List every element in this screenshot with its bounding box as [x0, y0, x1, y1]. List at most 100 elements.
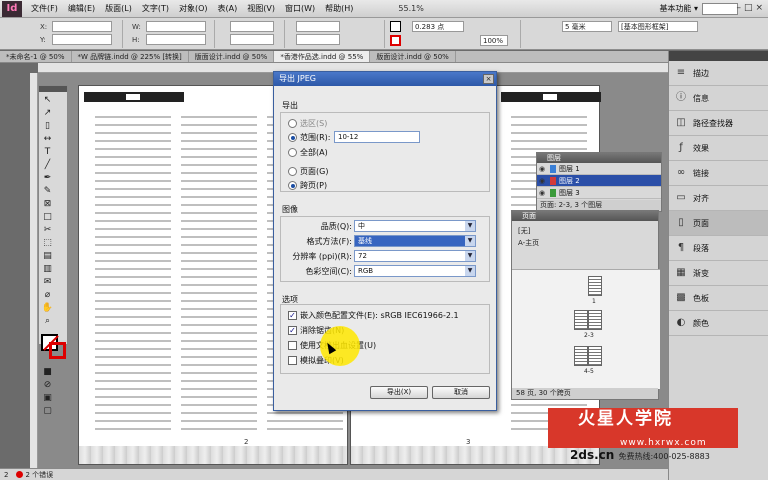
menu-edit[interactable]: 编辑(E): [63, 3, 100, 14]
pages-panel-title[interactable]: 页面: [512, 211, 658, 221]
page-thumbnails[interactable]: 1 2-3 4-5: [512, 269, 660, 389]
page-thumb[interactable]: [588, 276, 602, 296]
quality-select[interactable]: 中 ▼: [354, 220, 476, 232]
line-tool-icon[interactable]: ╱: [41, 159, 54, 172]
gradient-feather-tool-icon[interactable]: ▥: [41, 263, 54, 276]
cancel-button[interactable]: 取消: [432, 386, 490, 399]
panel-links[interactable]: ∞ 链接: [669, 161, 768, 186]
page-thumb[interactable]: [588, 310, 602, 330]
menu-help[interactable]: 帮助(H): [320, 3, 358, 14]
window-controls[interactable]: –□×: [736, 3, 766, 13]
page-thumb[interactable]: [574, 346, 588, 366]
zoom-tool-icon[interactable]: ⌕: [41, 315, 54, 328]
pages-radio[interactable]: 页面(G): [288, 166, 328, 177]
tab-doc-4[interactable]: *香港作品选.indd @ 55%: [274, 51, 371, 62]
fill-swatch[interactable]: [390, 21, 401, 32]
layer-row[interactable]: ◉ 图层 3: [537, 187, 661, 199]
menu-view[interactable]: 视图(V): [242, 3, 280, 14]
pen-tool-icon[interactable]: ✒: [41, 172, 54, 185]
apply-none-icon[interactable]: ⊘: [41, 379, 54, 392]
fill-stroke-swatches[interactable]: [41, 334, 67, 360]
tab-doc-3[interactable]: 版面设计.indd @ 50%: [189, 51, 275, 62]
direct-selection-tool-icon[interactable]: ↗: [41, 107, 54, 120]
page-tool-icon[interactable]: ▯: [41, 120, 54, 133]
w-field[interactable]: [146, 21, 206, 32]
panel-paragraph[interactable]: ¶ 段落: [669, 236, 768, 261]
gradient-tool-icon[interactable]: ▤: [41, 250, 54, 263]
type-tool-icon[interactable]: T: [41, 146, 54, 159]
stroke-swatch[interactable]: [390, 35, 401, 46]
preflight-status[interactable]: 2 个错误: [12, 470, 57, 480]
rotate-field[interactable]: [296, 21, 340, 32]
page-thumb[interactable]: [574, 310, 588, 330]
panel-effects[interactable]: ƒ 效果: [669, 136, 768, 161]
object-style-select[interactable]: [基本图形框架]: [618, 21, 698, 32]
spreads-radio[interactable]: 跨页(P): [288, 180, 327, 191]
panel-color[interactable]: ◐ 颜色: [669, 311, 768, 336]
stroke-weight-field[interactable]: 0.283 点: [412, 21, 464, 32]
eye-icon[interactable]: ◉: [537, 165, 547, 173]
opacity-field[interactable]: 100%: [480, 35, 508, 46]
master-none[interactable]: [无]: [518, 225, 652, 237]
tab-doc-5[interactable]: 版面设计.indd @ 50%: [370, 51, 456, 62]
tab-doc-1[interactable]: *未命名-1 @ 50%: [0, 51, 72, 62]
all-radio[interactable]: 全部(A): [288, 147, 328, 158]
range-input[interactable]: 10-12: [334, 131, 420, 143]
layer-row[interactable]: ◉ 图层 2: [537, 175, 661, 187]
zoom-level[interactable]: 55.1%: [398, 4, 423, 13]
master-a[interactable]: A-主页: [518, 237, 652, 249]
eye-icon[interactable]: ◉: [537, 189, 547, 197]
embed-profile-checkbox[interactable]: ✓ 嵌入颜色配置文件(E): sRGB IEC61966-2.1: [288, 310, 459, 321]
text-column[interactable]: [95, 110, 171, 430]
h-field[interactable]: [146, 34, 206, 45]
panel-pathfinder[interactable]: ◫ 路径查找器: [669, 111, 768, 136]
menu-type[interactable]: 文字(T): [137, 3, 174, 14]
panel-stroke[interactable]: ≡ 描边: [669, 61, 768, 86]
panel-dock-header[interactable]: [669, 51, 768, 61]
selection-tool-icon[interactable]: ↖: [41, 94, 54, 107]
page-navigator[interactable]: 2: [0, 471, 12, 479]
layers-panel-title[interactable]: 图层: [537, 153, 661, 163]
preview-mode-icon[interactable]: ▢: [41, 405, 54, 418]
free-transform-tool-icon[interactable]: ⬚: [41, 237, 54, 250]
close-icon[interactable]: ×: [483, 74, 494, 84]
gap-tool-icon[interactable]: ↔: [41, 133, 54, 146]
y-field[interactable]: [52, 34, 112, 45]
range-radio[interactable]: 范围(R):: [288, 132, 331, 143]
stroke-box[interactable]: [49, 342, 66, 359]
menu-table[interactable]: 表(A): [213, 3, 243, 14]
panel-pages[interactable]: ▯ 页面: [669, 211, 768, 236]
panel-info[interactable]: ⓘ 信息: [669, 86, 768, 111]
text-column[interactable]: [181, 110, 257, 430]
eyedropper-tool-icon[interactable]: ⌀: [41, 289, 54, 302]
panel-swatches[interactable]: ▩ 色板: [669, 286, 768, 311]
vertical-ruler[interactable]: [30, 73, 38, 468]
scale-y-field[interactable]: [230, 34, 274, 45]
menu-object[interactable]: 对象(O): [174, 3, 213, 14]
apply-color-icon[interactable]: ■: [41, 366, 54, 379]
resolution-select[interactable]: 72 ▼: [354, 250, 476, 262]
search-input[interactable]: [702, 3, 738, 15]
layer-row[interactable]: ◉ 图层 1: [537, 163, 661, 175]
menu-window[interactable]: 窗口(W): [280, 3, 320, 14]
normal-mode-icon[interactable]: ▣: [41, 392, 54, 405]
workspace-switcher[interactable]: 基本功能 ▾: [659, 3, 698, 14]
menu-layout[interactable]: 版面(L): [100, 3, 137, 14]
pencil-tool-icon[interactable]: ✎: [41, 185, 54, 198]
x-field[interactable]: [52, 21, 112, 32]
rectangle-frame-tool-icon[interactable]: ⊠: [41, 198, 54, 211]
size-field[interactable]: 5 毫米: [562, 21, 612, 32]
scissors-tool-icon[interactable]: ✂: [41, 224, 54, 237]
format-method-select[interactable]: 基线 ▼: [354, 235, 476, 247]
panel-gradient[interactable]: ▦ 渐变: [669, 261, 768, 286]
note-tool-icon[interactable]: ✉: [41, 276, 54, 289]
hand-tool-icon[interactable]: ✋: [41, 302, 54, 315]
dialog-title[interactable]: 导出 JPEG: [274, 72, 496, 86]
shear-field[interactable]: [296, 34, 340, 45]
export-button[interactable]: 导出(X): [370, 386, 428, 399]
panel-align[interactable]: ▭ 对齐: [669, 186, 768, 211]
page-thumb[interactable]: [588, 346, 602, 366]
scale-x-field[interactable]: [230, 21, 274, 32]
rectangle-tool-icon[interactable]: □: [41, 211, 54, 224]
selection-radio[interactable]: 选区(S): [288, 118, 327, 129]
